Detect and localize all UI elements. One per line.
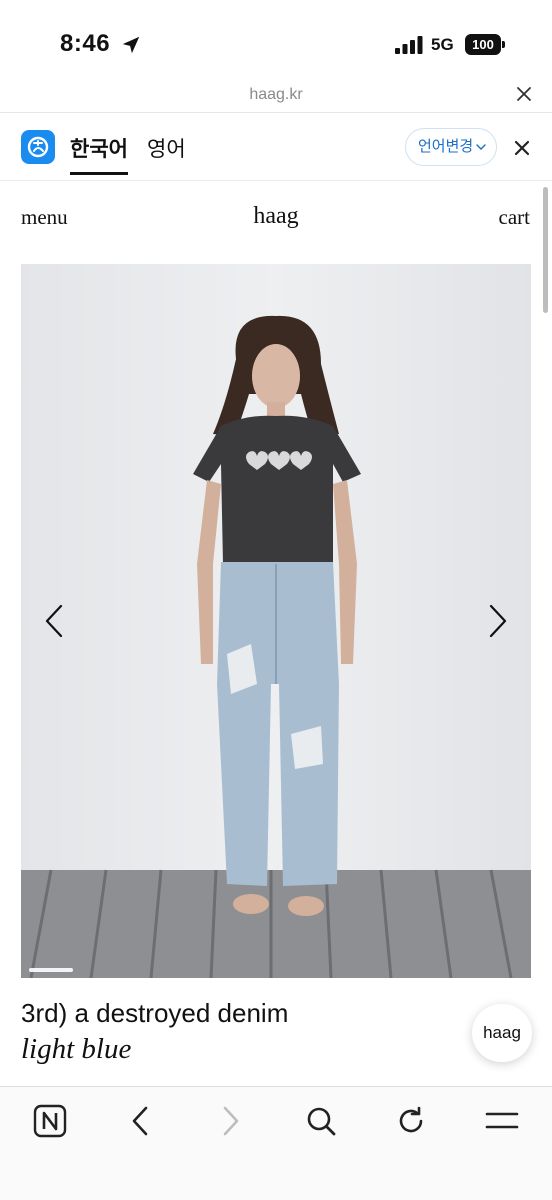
refresh-icon[interactable] xyxy=(393,1103,429,1139)
location-arrow-icon xyxy=(122,36,140,54)
translate-logo-icon xyxy=(21,130,55,164)
status-time: 8:46 xyxy=(60,30,111,57)
battery-level: 100 xyxy=(465,34,501,55)
scrollbar[interactable] xyxy=(543,187,548,313)
tab-english[interactable]: 영어 xyxy=(147,133,186,163)
status-bar: 8:46 5G 100 xyxy=(0,0,552,80)
product-photo xyxy=(21,264,531,978)
battery-icon: 100 xyxy=(465,34,505,55)
carousel-next-icon[interactable] xyxy=(487,604,509,638)
cellular-signal-icon xyxy=(395,36,423,54)
network-type: 5G xyxy=(431,35,454,54)
menu-icon[interactable] xyxy=(484,1103,520,1139)
product-color: light blue xyxy=(21,1033,132,1065)
change-language-label: 언어변경 xyxy=(418,138,474,155)
url-bar[interactable]: haag.kr xyxy=(0,80,552,113)
change-language-button[interactable]: 언어변경 xyxy=(405,128,497,166)
carousel-progress-indicator xyxy=(29,968,73,972)
site-header: menu haag cart xyxy=(0,181,552,261)
battery-cap xyxy=(502,41,505,48)
site-logo[interactable]: haag xyxy=(0,203,552,230)
browser-toolbar xyxy=(0,1086,552,1200)
tab-korean[interactable]: 한국어 xyxy=(70,133,128,175)
url-domain[interactable]: haag.kr xyxy=(0,86,552,104)
translate-bar: 한국어 영어 언어변경 xyxy=(0,113,552,181)
back-icon[interactable] xyxy=(122,1103,158,1139)
product-name: 3rd) a destroyed denim xyxy=(21,998,289,1028)
cart-link[interactable]: cart xyxy=(499,205,530,230)
chat-button[interactable]: haag xyxy=(472,1004,532,1062)
chevron-down-icon xyxy=(476,144,486,150)
naver-home-icon[interactable] xyxy=(32,1103,68,1139)
close-translate-icon[interactable] xyxy=(514,140,530,156)
forward-icon[interactable] xyxy=(213,1103,249,1139)
carousel-prev-icon[interactable] xyxy=(43,604,65,638)
close-icon[interactable] xyxy=(516,86,532,102)
product-image-carousel[interactable] xyxy=(21,264,531,978)
search-icon[interactable] xyxy=(303,1103,339,1139)
